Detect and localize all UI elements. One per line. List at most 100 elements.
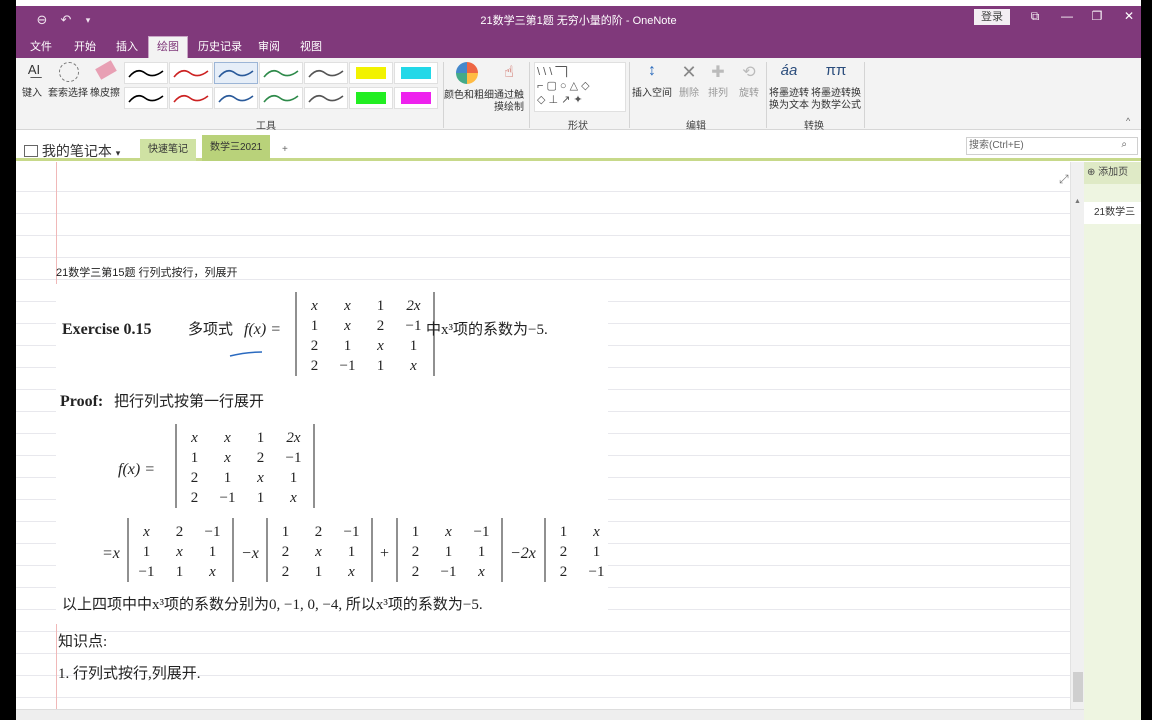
pen-swatch[interactable] — [259, 62, 303, 84]
minimize-icon[interactable]: — — [1052, 9, 1082, 23]
tab-insert[interactable]: 插入 — [116, 38, 138, 54]
color-thickness-label: 颜色和粗细 — [444, 90, 494, 101]
matrix-entry: −1 — [205, 524, 221, 540]
arrange-label: 排列 — [708, 88, 728, 99]
pen-swatch[interactable] — [124, 87, 168, 109]
touch-draw-icon: ☝ — [504, 64, 514, 81]
pen-stroke-icon — [173, 94, 209, 103]
tab-draw[interactable]: 绘图 — [148, 36, 188, 58]
ink-to-text-button[interactable]: áa 将墨迹转换为文本 — [767, 62, 811, 114]
tab-home[interactable]: 开始 — [74, 38, 96, 54]
tab-view[interactable]: 视图 — [300, 38, 322, 54]
type-button[interactable]: A͟I 键入 — [20, 62, 48, 106]
close-icon[interactable]: ✕ — [1114, 9, 1141, 23]
eraser-button[interactable]: 橡皮擦 — [90, 60, 122, 106]
fx-label: f(x) = — [118, 461, 155, 478]
matrix-entry: −1 — [406, 318, 422, 334]
ink-to-math-button[interactable]: ππ 将墨迹转换为数学公式 — [811, 62, 861, 114]
scroll-thumb[interactable] — [1073, 672, 1083, 702]
matrix-entry: 2 — [191, 490, 199, 506]
rotate-button[interactable]: ⟲ 旋转 — [734, 62, 764, 112]
login-button[interactable]: 登录 — [974, 9, 1010, 25]
pen-swatch[interactable] — [214, 87, 258, 109]
matrix-entry: 1 — [478, 544, 486, 560]
matrix-entry: 2 — [282, 544, 290, 560]
math-image[interactable]: Exercise 0.15 多项式 f(x) =x x 1 2x1 x 2 −12 1 x 12 −1 1… — [56, 284, 608, 624]
tab-history[interactable]: 历史记录 — [198, 38, 242, 54]
insert-space-icon: ↕ — [648, 62, 656, 79]
pen-stroke-icon — [263, 69, 299, 78]
section-tab-quick-notes[interactable]: 快速笔记 — [140, 139, 196, 161]
matrix-entry: 2 — [412, 564, 420, 580]
note-page[interactable]: ⤢ 21数学三第15题 行列式按行，列展开 Exercise 0.15 多项式 f(… — [16, 162, 1070, 710]
pen-swatch[interactable] — [124, 62, 168, 84]
pen-swatch[interactable] — [259, 87, 303, 109]
note-title[interactable]: 21数学三第15题 行列式按行，列展开 — [56, 264, 238, 280]
pen-swatch[interactable] — [169, 87, 213, 109]
shapes-group-label: 形状 — [568, 121, 588, 132]
ink-to-math-icon: ππ — [825, 62, 847, 79]
type-label: 键入 — [22, 88, 42, 99]
ribbon-display-icon[interactable]: ⧉ — [1020, 9, 1050, 24]
collapse-ribbon-icon[interactable]: ^ — [1126, 116, 1130, 126]
rotate-icon: ⟲ — [742, 64, 756, 81]
notebook-icon — [24, 145, 38, 157]
matrix-entry: 2 — [191, 470, 199, 486]
matrix-entry: x — [343, 318, 351, 334]
search-input[interactable]: 搜索(Ctrl+E) ⌕ — [966, 137, 1138, 155]
ribbon-tabs: 文件 开始 插入 绘图 历史记录 审阅 视图 — [16, 34, 1141, 58]
pen-stroke-icon — [218, 69, 254, 78]
pen-stroke-icon — [218, 94, 254, 103]
pen-swatch[interactable] — [169, 62, 213, 84]
horizontal-scrollbar[interactable] — [16, 709, 1084, 720]
restore-icon[interactable]: ❐ — [1082, 9, 1112, 23]
pen-swatch[interactable] — [349, 87, 393, 109]
pen-swatch[interactable] — [214, 62, 258, 84]
notebook-selector[interactable]: 我的笔记本 ▾ — [24, 141, 120, 161]
pen-swatch[interactable] — [394, 87, 438, 109]
pen-stroke-icon — [128, 69, 164, 78]
add-section-button[interactable]: + — [274, 139, 296, 161]
matrix-entry: 1 — [290, 470, 298, 486]
pen-swatch[interactable] — [304, 62, 348, 84]
matrix-entry: −1 — [220, 490, 236, 506]
tab-review[interactable]: 审阅 — [258, 38, 280, 54]
minor-coefficient: =x — [102, 545, 120, 562]
onenote-window: ⊖ ↶ ▾ 21数学三第1题 无穷小量的阶 - OneNote 登录 ⧉ — ❐… — [16, 0, 1141, 720]
expand-icon[interactable]: ⤢ — [1059, 172, 1069, 187]
page-item[interactable]: 21数学三 — [1084, 202, 1141, 224]
matrix-entry: x — [208, 564, 216, 580]
section-tab-math3-2021[interactable]: 数学三2021 — [202, 135, 271, 161]
arrange-icon: ✚ — [711, 64, 725, 81]
pen-swatch[interactable] — [394, 62, 438, 84]
arrange-button[interactable]: ✚ 排列 — [705, 62, 731, 112]
delete-button[interactable]: ✕ 删除 — [676, 62, 702, 112]
touch-draw-button[interactable]: ☝ 通过触摸绘制 — [492, 62, 526, 114]
proof-text: 把行列式按第一行展开 — [114, 392, 264, 410]
tab-file[interactable]: 文件 — [30, 38, 52, 54]
insert-space-label: 插入空间 — [632, 88, 672, 99]
ink-to-text-label: 将墨迹转换为文本 — [769, 88, 809, 111]
lasso-select-button[interactable]: 套索选择 — [48, 62, 90, 106]
add-page-button[interactable]: ⊕ 添加页 — [1084, 162, 1141, 184]
insert-space-button[interactable]: ↕ 插入空间 — [630, 62, 674, 112]
pen-swatch[interactable] — [304, 87, 348, 109]
eraser-label: 橡皮擦 — [90, 88, 120, 99]
scroll-up-icon[interactable]: ▲ — [1071, 198, 1084, 205]
highlighter-icon — [401, 92, 431, 104]
matrix-entry: −1 — [344, 524, 360, 540]
matrix-entry: 1 — [445, 544, 453, 560]
ribbon-draw: A͟I 键入 套索选择 橡皮擦 工具 颜色和粗细 ☝ 通过触摸绘制 \ \ \ … — [16, 58, 1141, 132]
matrix-entry: x — [223, 430, 231, 446]
matrix-entry: 1 — [209, 544, 217, 560]
matrix-entry: x — [289, 490, 297, 506]
pen-stroke-icon — [308, 94, 344, 103]
color-wheel-icon — [456, 62, 478, 84]
pen-swatch[interactable] — [349, 62, 393, 84]
matrix-entry: 1 — [344, 338, 352, 354]
color-thickness-button[interactable]: 颜色和粗细 — [444, 62, 494, 114]
matrix-entry: 1 — [560, 524, 568, 540]
vertical-scrollbar[interactable]: ▲ — [1070, 162, 1084, 710]
shapes-gallery[interactable]: \ \ \ ⎺⎸ ⌐ ▢ ○ △ ◇ ◇ ⊥ ↗ ✦ — [534, 62, 626, 112]
delete-label: 删除 — [679, 88, 699, 99]
